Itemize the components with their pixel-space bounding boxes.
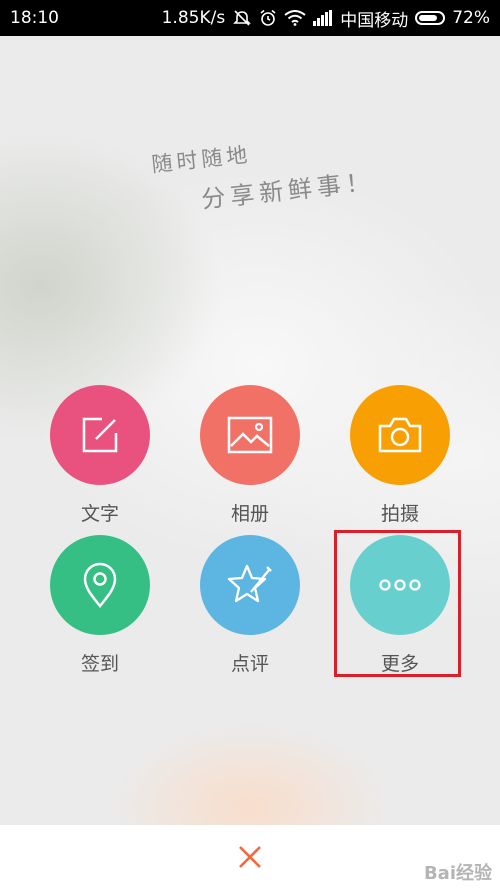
battery-icon bbox=[415, 11, 446, 25]
location-pin-icon[interactable] bbox=[50, 535, 150, 635]
edit-icon[interactable] bbox=[50, 385, 150, 485]
baidu-watermark: Bai经验 bbox=[423, 863, 492, 884]
action-label: 拍摄 bbox=[380, 503, 419, 525]
action-label: 点评 bbox=[230, 653, 269, 675]
signal-icon bbox=[313, 10, 333, 26]
action-label: 相册 bbox=[230, 503, 269, 525]
battery-percent: 72% bbox=[452, 8, 490, 28]
status-bar: 18:10 1.85K/s 中国移动 72% bbox=[0, 0, 500, 36]
mute-vibrate-icon bbox=[232, 9, 252, 27]
picture-icon[interactable] bbox=[200, 385, 300, 485]
status-time: 18:10 bbox=[10, 8, 59, 28]
action-checkin[interactable]: 签到 bbox=[40, 535, 160, 676]
highlight-box bbox=[334, 530, 461, 677]
action-text[interactable]: 文字 bbox=[40, 385, 160, 526]
carrier-name: 中国移动 bbox=[340, 10, 409, 31]
camera-icon[interactable] bbox=[350, 385, 450, 485]
action-label: 签到 bbox=[80, 653, 119, 675]
action-album[interactable]: 相册 bbox=[190, 385, 310, 526]
action-review[interactable]: 点评 bbox=[190, 535, 310, 676]
close-button[interactable] bbox=[230, 837, 270, 877]
bottom-bar: Bai经验 bbox=[0, 825, 500, 889]
action-shoot[interactable]: 拍摄 bbox=[340, 385, 460, 526]
wifi-icon bbox=[284, 10, 306, 26]
action-label: 文字 bbox=[80, 503, 119, 525]
star-pen-icon[interactable] bbox=[200, 535, 300, 635]
network-speed: 1.85K/s bbox=[161, 8, 226, 28]
alarm-icon bbox=[259, 9, 277, 27]
close-icon[interactable] bbox=[238, 845, 262, 869]
